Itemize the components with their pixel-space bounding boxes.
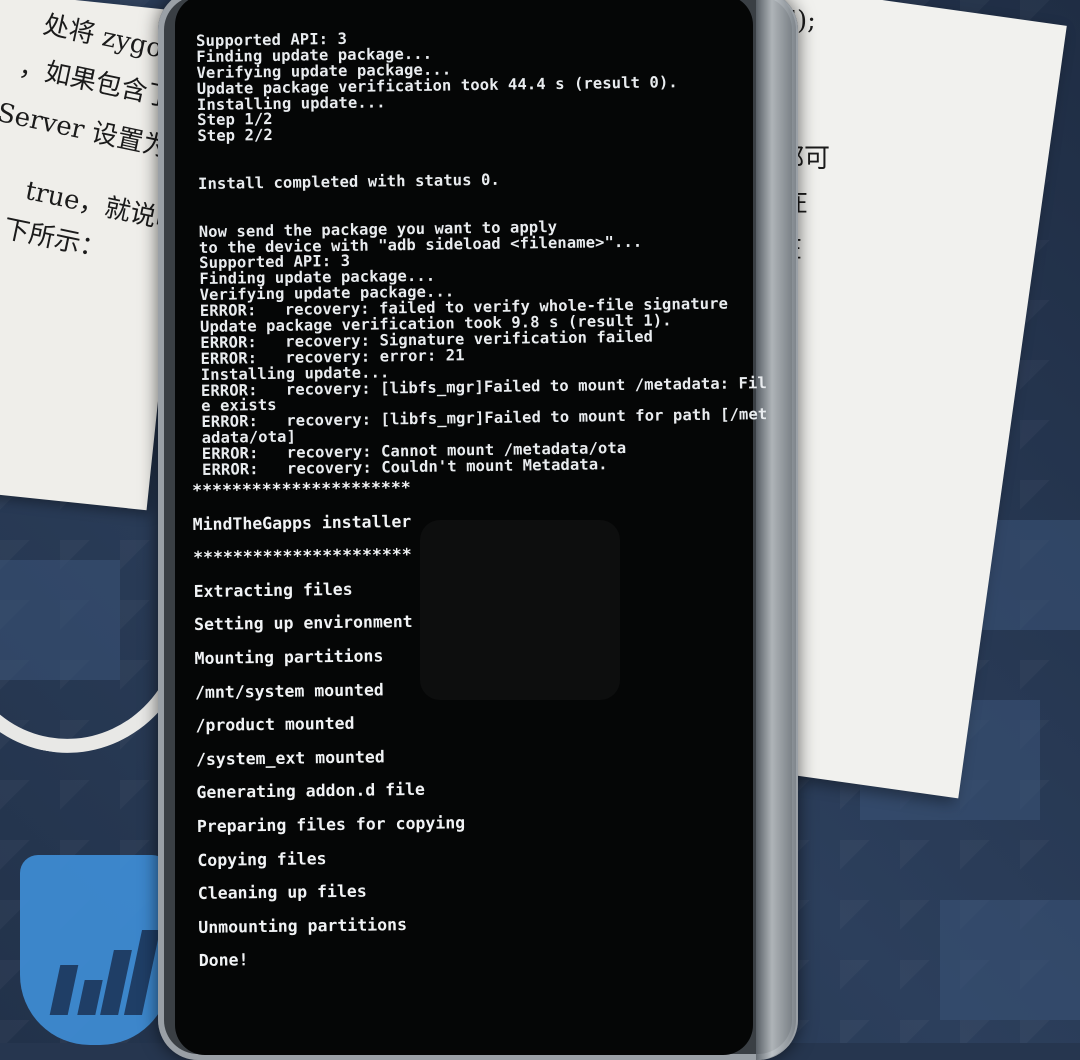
recovery-log: Supported API: 3 Finding update package.… — [196, 26, 767, 479]
phone-case-edge — [756, 0, 796, 1060]
installer-output: ********************** MindTheGapps inst… — [192, 466, 739, 977]
mat-pattern-tile — [940, 900, 1080, 1020]
